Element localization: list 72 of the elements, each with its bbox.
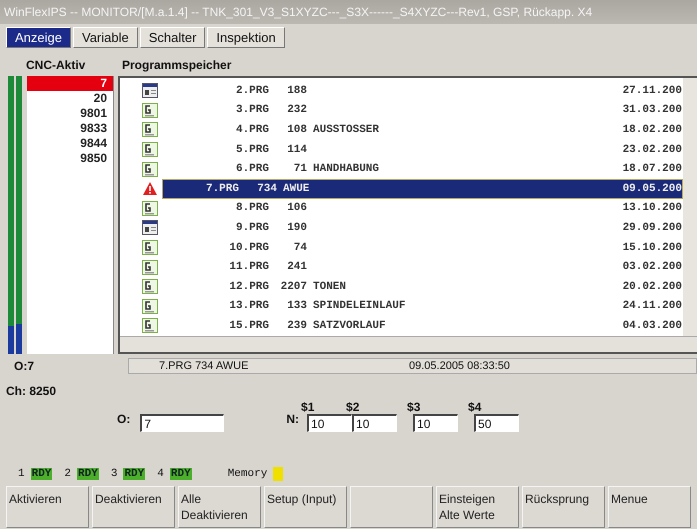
channel-number: 3 <box>110 468 118 480</box>
list-item[interactable]: 20 <box>27 91 113 106</box>
program-row[interactable]: 2.PRG 188 27.11.200 <box>162 84 683 98</box>
input-field[interactable]: 50 <box>474 414 520 432</box>
program-row[interactable]: 12.PRG 2207 TONEN 20.02.200 <box>162 280 683 294</box>
tab[interactable]: Schalter <box>140 27 206 48</box>
g-file-icon <box>142 240 158 256</box>
list-item[interactable]: 9801 <box>27 106 113 121</box>
softkey-button[interactable]: Setup (Input) <box>264 486 347 528</box>
memory-label: Memory <box>228 468 268 480</box>
input-field[interactable]: 7 <box>140 414 224 432</box>
list-item[interactable]: 9833 <box>27 121 113 136</box>
status-badge: RDY <box>170 468 192 480</box>
program-row[interactable]: 4.PRG 108 AUSSTOSSER 18.02.200 <box>162 122 683 137</box>
list-item[interactable]: 9850 <box>27 151 113 166</box>
g-file-icon <box>142 142 158 158</box>
list-item[interactable]: 7 <box>27 76 113 91</box>
softkey-button[interactable]: Rücksprung <box>522 486 605 528</box>
g-file-icon <box>142 298 158 314</box>
document-icon <box>142 83 158 98</box>
program-row[interactable]: 5.PRG 114 23.02.200 <box>162 142 683 157</box>
program-row[interactable]: 3.PRG 232 31.03.200 <box>162 103 683 118</box>
input-field[interactable]: 10 <box>413 414 458 432</box>
input-field[interactable]: 10 <box>307 414 352 432</box>
input-field[interactable]: 10 <box>352 414 398 432</box>
program-number: O:7 <box>13 359 36 373</box>
program-row[interactable]: 15.PRG 239 SATZVORLAUF 04.03.200 <box>162 318 683 333</box>
field-label: $3 <box>407 400 420 414</box>
program-row[interactable]: 13.PRG 133 SPINDELEINLAUF 24.11.200 <box>162 299 683 314</box>
document-icon <box>142 220 158 236</box>
softkey-button[interactable]: Einsteigen Alte Werte <box>436 486 519 528</box>
field-label: N: <box>286 412 300 426</box>
g-file-icon <box>142 162 158 177</box>
channel-label: Ch: 8250 <box>5 384 58 398</box>
program-row[interactable]: 10.PRG 74 15.10.200 <box>162 240 683 255</box>
program-row[interactable]: 8.PRG 106 13.10.200 <box>162 201 683 216</box>
tab[interactable]: Variable <box>72 27 138 48</box>
field-label: $1 <box>301 400 314 414</box>
column-heading: CNC-Aktiv <box>26 58 86 74</box>
vertical-scrollbar[interactable] <box>683 78 697 336</box>
field-label: O: <box>117 412 130 426</box>
g-file-icon <box>142 200 158 216</box>
channel-number: 1 <box>18 468 25 480</box>
g-file-icon <box>142 318 158 334</box>
softkey-button[interactable]: Deaktivieren <box>92 486 175 528</box>
window-title: WinFlexIPS -- MONITOR/[M.a.1.4] -- TNK_301_V3_S1XYZC---_S3X------_S4XYZC---Rev1, GSP, Rückapp. X4 <box>0 0 697 24</box>
softkey-button[interactable]: Alle Deaktivieren <box>178 486 261 528</box>
program-row[interactable]: 6.PRG 71 HANDHABUNG 18.07.200 <box>162 162 683 176</box>
field-label: $2 <box>346 400 360 414</box>
g-file-icon <box>142 102 158 118</box>
horizontal-scrollbar[interactable] <box>120 336 697 352</box>
softkey-button[interactable]: Menue <box>608 486 691 528</box>
channel-number: 4 <box>157 468 164 480</box>
status-bar: 7.PRG 734 AWUE 09.05.2005 08:33:50 <box>128 358 697 374</box>
channel-number: 2 <box>64 468 72 480</box>
status-badge: RDY <box>123 468 146 480</box>
blank-softkey[interactable] <box>350 486 433 528</box>
field-label: $4 <box>468 400 482 414</box>
status-badge: RDY <box>30 468 52 480</box>
g-file-icon <box>142 260 158 275</box>
g-file-icon <box>142 279 158 294</box>
program-row[interactable]: 7.PRG 734 AWUE 09.05.200 <box>162 178 683 199</box>
column-heading: Programmspeicher <box>122 58 232 74</box>
list-item[interactable]: 9844 <box>27 136 113 151</box>
tab[interactable]: Anzeige <box>6 27 71 48</box>
program-row[interactable]: 11.PRG 241 03.02.200 <box>162 260 683 274</box>
g-file-icon <box>142 122 158 138</box>
softkey-button[interactable]: Aktivieren <box>6 486 89 528</box>
status-badge: RDY <box>77 468 99 480</box>
warning-icon <box>142 181 158 196</box>
program-row[interactable]: 9.PRG 190 29.09.200 <box>162 220 683 235</box>
tab[interactable]: Inspektion <box>207 27 285 48</box>
